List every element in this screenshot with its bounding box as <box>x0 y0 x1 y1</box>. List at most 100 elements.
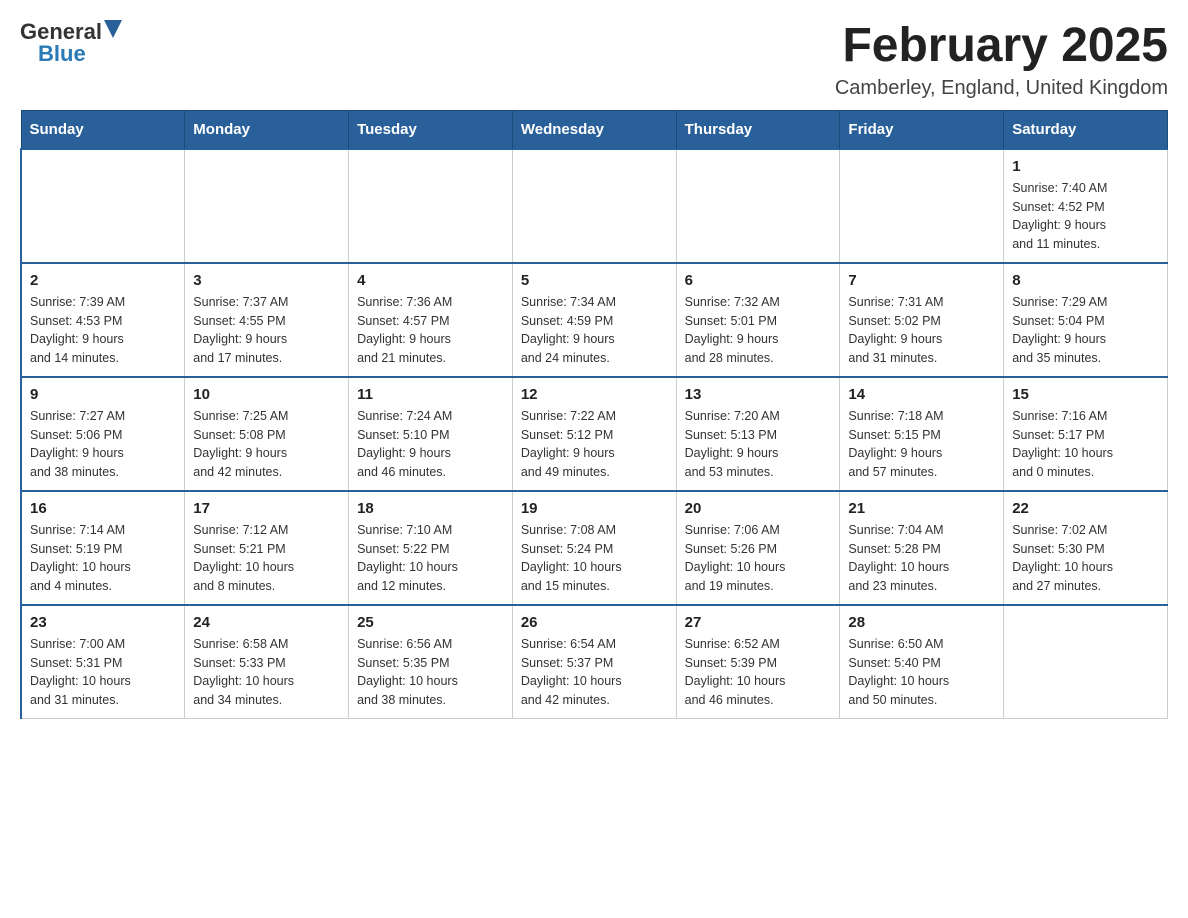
calendar-day-header: Friday <box>840 110 1004 149</box>
day-info: Sunrise: 7:12 AMSunset: 5:21 PMDaylight:… <box>193 521 340 596</box>
day-number: 28 <box>848 614 995 631</box>
calendar-cell: 3 Sunrise: 7:37 AMSunset: 4:55 PMDaylight… <box>185 263 349 377</box>
calendar-day-header: Monday <box>185 110 349 149</box>
day-info: Sunrise: 7:22 AMSunset: 5:12 PMDaylight:… <box>521 407 668 482</box>
calendar-day-header: Thursday <box>676 110 840 149</box>
calendar-cell <box>512 149 676 263</box>
day-info: Sunrise: 7:29 AMSunset: 5:04 PMDaylight:… <box>1012 293 1159 368</box>
day-info: Sunrise: 7:31 AMSunset: 5:02 PMDaylight:… <box>848 293 995 368</box>
day-number: 2 <box>30 272 176 289</box>
calendar-cell: 19 Sunrise: 7:08 AMSunset: 5:24 PMDayligh… <box>512 491 676 605</box>
calendar-week-row: 9 Sunrise: 7:27 AMSunset: 5:06 PMDaylight… <box>21 377 1168 491</box>
day-number: 22 <box>1012 500 1159 517</box>
calendar-cell: 5 Sunrise: 7:34 AMSunset: 4:59 PMDaylight… <box>512 263 676 377</box>
calendar-cell: 26Sunrise: 6:54 AMSunset: 5:37 PMDayligh… <box>512 605 676 719</box>
day-number: 4 <box>357 272 504 289</box>
day-number: 18 <box>357 500 504 517</box>
day-number: 12 <box>521 386 668 403</box>
day-info: Sunrise: 7:20 AMSunset: 5:13 PMDaylight:… <box>685 407 832 482</box>
calendar-table: SundayMondayTuesdayWednesdayThursdayFrid… <box>20 110 1168 719</box>
day-number: 11 <box>357 386 504 403</box>
logo-arrow-icon <box>104 20 122 38</box>
calendar-day-header: Sunday <box>21 110 185 149</box>
day-number: 10 <box>193 386 340 403</box>
logo: General Blue <box>20 20 122 65</box>
calendar-week-row: 2Sunrise: 7:39 AMSunset: 4:53 PMDaylight… <box>21 263 1168 377</box>
day-number: 24 <box>193 614 340 631</box>
calendar-week-row: 1 Sunrise: 7:40 AMSunset: 4:52 PMDaylight… <box>21 149 1168 263</box>
day-info: Sunrise: 7:27 AMSunset: 5:06 PMDaylight:… <box>30 407 176 482</box>
day-number: 5 <box>521 272 668 289</box>
calendar-day-header: Tuesday <box>349 110 513 149</box>
calendar-cell: 28 Sunrise: 6:50 AMSunset: 5:40 PMDayligh… <box>840 605 1004 719</box>
day-number: 17 <box>193 500 340 517</box>
calendar-cell: 17 Sunrise: 7:12 AMSunset: 5:21 PMDayligh… <box>185 491 349 605</box>
day-info: Sunrise: 6:50 AMSunset: 5:40 PMDaylight:… <box>848 635 995 710</box>
calendar-cell: 27 Sunrise: 6:52 AMSunset: 5:39 PMDayligh… <box>676 605 840 719</box>
calendar-cell: 7 Sunrise: 7:31 AMSunset: 5:02 PMDaylight… <box>840 263 1004 377</box>
day-info: Sunrise: 7:40 AMSunset: 4:52 PMDaylight:… <box>1012 179 1159 254</box>
calendar-cell <box>1004 605 1168 719</box>
day-info: Sunrise: 7:32 AMSunset: 5:01 PMDaylight:… <box>685 293 832 368</box>
calendar-cell <box>349 149 513 263</box>
day-info: Sunrise: 7:14 AMSunset: 5:19 PMDaylight:… <box>30 521 176 596</box>
day-number: 13 <box>685 386 832 403</box>
day-info: Sunrise: 7:02 AMSunset: 5:30 PMDaylight:… <box>1012 521 1159 596</box>
calendar-cell: 25Sunrise: 6:56 AMSunset: 5:35 PMDayligh… <box>349 605 513 719</box>
day-info: Sunrise: 7:04 AMSunset: 5:28 PMDaylight:… <box>848 521 995 596</box>
day-info: Sunrise: 6:58 AMSunset: 5:33 PMDaylight:… <box>193 635 340 710</box>
logo-blue-text: Blue <box>38 43 86 65</box>
logo-general-text: General <box>20 21 102 43</box>
day-info: Sunrise: 7:16 AMSunset: 5:17 PMDaylight:… <box>1012 407 1159 482</box>
day-number: 21 <box>848 500 995 517</box>
calendar-cell: 13 Sunrise: 7:20 AMSunset: 5:13 PMDayligh… <box>676 377 840 491</box>
day-number: 14 <box>848 386 995 403</box>
day-info: Sunrise: 7:36 AMSunset: 4:57 PMDaylight:… <box>357 293 504 368</box>
calendar-cell: 15 Sunrise: 7:16 AMSunset: 5:17 PMDayligh… <box>1004 377 1168 491</box>
calendar-cell: 9 Sunrise: 7:27 AMSunset: 5:06 PMDaylight… <box>21 377 185 491</box>
day-info: Sunrise: 6:56 AMSunset: 5:35 PMDaylight:… <box>357 635 504 710</box>
calendar-cell: 23Sunrise: 7:00 AMSunset: 5:31 PMDayligh… <box>21 605 185 719</box>
title-block: February 2025 Camberley, England, United… <box>835 20 1168 100</box>
calendar-week-row: 16 Sunrise: 7:14 AMSunset: 5:19 PMDayligh… <box>21 491 1168 605</box>
day-info: Sunrise: 6:52 AMSunset: 5:39 PMDaylight:… <box>685 635 832 710</box>
calendar-cell: 18 Sunrise: 7:10 AMSunset: 5:22 PMDayligh… <box>349 491 513 605</box>
day-number: 20 <box>685 500 832 517</box>
subtitle: Camberley, England, United Kingdom <box>835 77 1168 100</box>
page-header: General Blue February 2025 Camberley, En… <box>20 20 1168 100</box>
day-number: 1 <box>1012 158 1159 175</box>
day-number: 16 <box>30 500 176 517</box>
day-number: 3 <box>193 272 340 289</box>
day-info: Sunrise: 7:10 AMSunset: 5:22 PMDaylight:… <box>357 521 504 596</box>
day-number: 27 <box>685 614 832 631</box>
main-title: February 2025 <box>835 20 1168 73</box>
calendar-cell: 20 Sunrise: 7:06 AMSunset: 5:26 PMDayligh… <box>676 491 840 605</box>
calendar-cell <box>840 149 1004 263</box>
day-info: Sunrise: 7:06 AMSunset: 5:26 PMDaylight:… <box>685 521 832 596</box>
calendar-cell: 14 Sunrise: 7:18 AMSunset: 5:15 PMDayligh… <box>840 377 1004 491</box>
day-number: 7 <box>848 272 995 289</box>
day-info: Sunrise: 7:08 AMSunset: 5:24 PMDaylight:… <box>521 521 668 596</box>
day-info: Sunrise: 7:00 AMSunset: 5:31 PMDaylight:… <box>30 635 176 710</box>
day-info: Sunrise: 7:37 AMSunset: 4:55 PMDaylight:… <box>193 293 340 368</box>
day-info: Sunrise: 7:18 AMSunset: 5:15 PMDaylight:… <box>848 407 995 482</box>
calendar-cell: 6Sunrise: 7:32 AMSunset: 5:01 PMDaylight… <box>676 263 840 377</box>
calendar-cell <box>21 149 185 263</box>
calendar-cell: 2Sunrise: 7:39 AMSunset: 4:53 PMDaylight… <box>21 263 185 377</box>
day-number: 15 <box>1012 386 1159 403</box>
day-info: Sunrise: 7:24 AMSunset: 5:10 PMDaylight:… <box>357 407 504 482</box>
day-info: Sunrise: 7:34 AMSunset: 4:59 PMDaylight:… <box>521 293 668 368</box>
calendar-week-row: 23Sunrise: 7:00 AMSunset: 5:31 PMDayligh… <box>21 605 1168 719</box>
day-info: Sunrise: 7:25 AMSunset: 5:08 PMDaylight:… <box>193 407 340 482</box>
calendar-cell: 1 Sunrise: 7:40 AMSunset: 4:52 PMDaylight… <box>1004 149 1168 263</box>
calendar-cell <box>185 149 349 263</box>
day-number: 9 <box>30 386 176 403</box>
day-number: 26 <box>521 614 668 631</box>
day-number: 8 <box>1012 272 1159 289</box>
calendar-cell: 16 Sunrise: 7:14 AMSunset: 5:19 PMDayligh… <box>21 491 185 605</box>
day-number: 19 <box>521 500 668 517</box>
calendar-cell: 21 Sunrise: 7:04 AMSunset: 5:28 PMDayligh… <box>840 491 1004 605</box>
calendar-day-header: Saturday <box>1004 110 1168 149</box>
calendar-cell: 10 Sunrise: 7:25 AMSunset: 5:08 PMDayligh… <box>185 377 349 491</box>
calendar-cell: 22 Sunrise: 7:02 AMSunset: 5:30 PMDayligh… <box>1004 491 1168 605</box>
